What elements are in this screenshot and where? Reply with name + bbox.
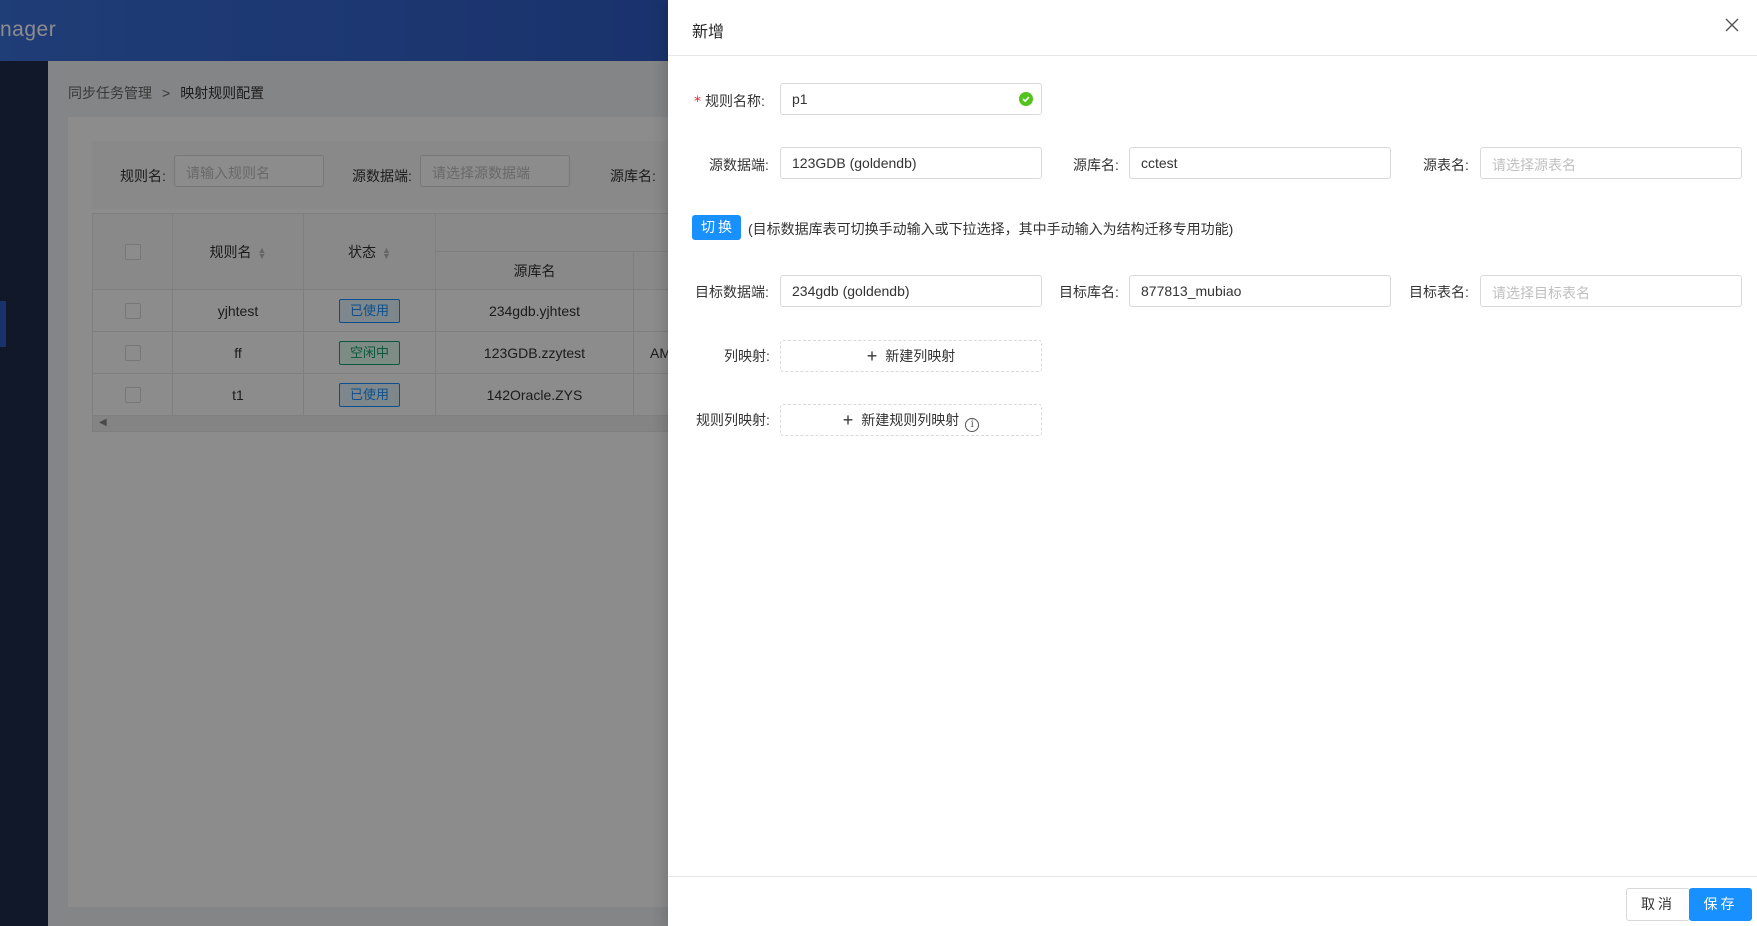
drawer-header: 新增 xyxy=(668,0,1757,56)
target-endpoint-select[interactable]: 234gdb (goldendb) xyxy=(780,275,1042,307)
target-db-label: 目标库名: xyxy=(1059,284,1119,300)
switch-hint: (目标数据库表可切换手动输入或下拉选择，其中手动输入为结构迁移专用功能) xyxy=(748,221,1234,237)
source-table-select[interactable]: 请选择源表名 xyxy=(1480,147,1742,179)
target-table-label: 目标表名: xyxy=(1409,284,1469,300)
add-rule-drawer: 新增 * 规则名称: p1 源数据端: 123GDB (goldendb) 源库名… xyxy=(668,0,1757,926)
rule-column-mapping-label: 规则列映射: xyxy=(696,412,770,428)
drawer-footer: 取消 保存 xyxy=(668,876,1757,926)
switch-button[interactable]: 切换 xyxy=(692,215,741,240)
source-table-label: 源表名: xyxy=(1423,157,1469,173)
source-endpoint-select[interactable]: 123GDB (goldendb) xyxy=(780,147,1042,179)
cancel-button[interactable]: 取消 xyxy=(1626,888,1690,921)
add-rule-column-mapping-button[interactable]: + 新建规则列映射 i xyxy=(780,404,1042,436)
plus-icon: + xyxy=(866,346,878,366)
rule-name-input[interactable]: p1 xyxy=(780,83,1042,115)
target-table-select[interactable]: 请选择目标表名 xyxy=(1480,275,1742,307)
rule-name-label: * 规则名称: xyxy=(694,93,765,110)
source-db-label: 源库名: xyxy=(1073,157,1119,173)
add-column-mapping-button[interactable]: + 新建列映射 xyxy=(780,340,1042,372)
info-icon[interactable]: i xyxy=(965,418,980,432)
source-endpoint-label: 源数据端: xyxy=(709,157,769,173)
target-endpoint-label: 目标数据端: xyxy=(695,284,769,300)
target-db-select[interactable]: 877813_mubiao xyxy=(1129,275,1391,307)
drawer-title: 新增 xyxy=(692,24,725,41)
plus-icon: + xyxy=(842,410,854,430)
column-mapping-label: 列映射: xyxy=(724,348,770,364)
source-db-select[interactable]: cctest xyxy=(1129,147,1391,179)
close-icon[interactable] xyxy=(1725,18,1745,38)
required-mark: * xyxy=(694,94,701,110)
save-button[interactable]: 保存 xyxy=(1689,888,1752,921)
check-circle-icon xyxy=(1019,92,1033,106)
